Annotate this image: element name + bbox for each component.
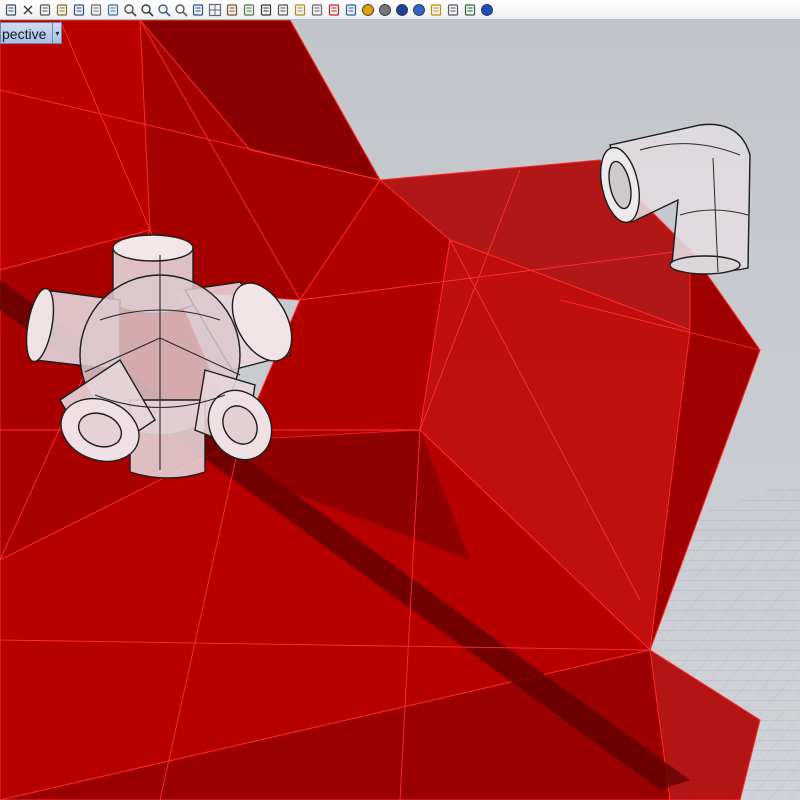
zoom-selected-icon[interactable] — [172, 1, 189, 18]
color-icon[interactable] — [359, 1, 376, 18]
pan-icon[interactable] — [87, 1, 104, 18]
viewport-title-tab[interactable]: pective ▾ — [0, 22, 63, 44]
materials-icon[interactable] — [410, 1, 427, 18]
zoom-dynamic-icon[interactable] — [138, 1, 155, 18]
copy-icon[interactable] — [36, 1, 53, 18]
zoom-extents-icon[interactable] — [155, 1, 172, 18]
help-icon[interactable] — [478, 1, 495, 18]
object-snap-icon[interactable] — [240, 1, 257, 18]
standard-toolbar — [0, 0, 800, 20]
cut-icon[interactable] — [19, 1, 36, 18]
settings-gear-icon[interactable] — [444, 1, 461, 18]
layer-icon[interactable] — [325, 1, 342, 18]
options-icon[interactable] — [427, 1, 444, 18]
commands-icon[interactable] — [461, 1, 478, 18]
redo-view-icon[interactable] — [189, 1, 206, 18]
undo-icon[interactable] — [70, 1, 87, 18]
rotate-view-icon[interactable] — [104, 1, 121, 18]
new-file-icon[interactable] — [2, 1, 19, 18]
zoom-window-icon[interactable] — [121, 1, 138, 18]
select-icon[interactable] — [257, 1, 274, 18]
rhino-app-window: pective ▾ — [0, 0, 800, 800]
sphere-shaded-icon[interactable] — [376, 1, 393, 18]
viewport-menu-arrow-icon[interactable]: ▾ — [52, 22, 63, 44]
render-sphere-icon[interactable] — [393, 1, 410, 18]
properties-icon[interactable] — [342, 1, 359, 18]
viewport-title-label[interactable]: pective — [0, 22, 53, 44]
cplane-icon[interactable] — [223, 1, 240, 18]
light-icon[interactable] — [291, 1, 308, 18]
viewport-scene — [0, 20, 800, 800]
lock-icon[interactable] — [308, 1, 325, 18]
perspective-viewport[interactable] — [0, 20, 800, 800]
four-viewports-icon[interactable] — [206, 1, 223, 18]
point-icon[interactable] — [274, 1, 291, 18]
paste-icon[interactable] — [53, 1, 70, 18]
